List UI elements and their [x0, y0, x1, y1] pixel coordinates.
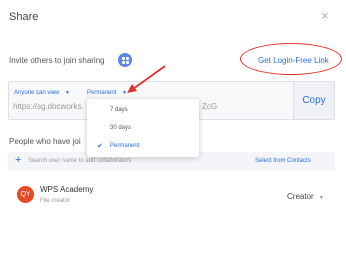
share-dialog: Share × Invite others to join sharing Ge…: [0, 0, 346, 266]
expiry-label: Permanent: [87, 90, 117, 96]
expiry-dropdown-menu: 7 days 30 days ✔ Permanent: [87, 99, 199, 157]
invite-text: Invite others to join sharing: [9, 56, 105, 65]
expiry-option-30-days[interactable]: 30 days: [87, 121, 199, 137]
select-from-contacts-link[interactable]: Select from Contacts: [255, 158, 311, 164]
avatar: QY: [17, 186, 34, 203]
chevron-down-icon: ▼: [318, 195, 324, 201]
plus-icon: +: [15, 154, 22, 166]
share-url-end: ZcG: [202, 102, 218, 111]
member-role-dropdown[interactable]: Creator ▼: [287, 192, 324, 201]
option-label: Permanent: [110, 143, 140, 149]
annotation-oval: [240, 43, 342, 75]
expiry-dropdown[interactable]: Permanent ▼: [87, 90, 127, 96]
close-icon[interactable]: ×: [321, 9, 329, 22]
chevron-down-icon: ▼: [122, 90, 127, 96]
option-label: 7 days: [110, 107, 128, 113]
member-role-label: Creator: [287, 192, 314, 201]
check-icon: ✔: [97, 143, 103, 150]
collaborator-search-input[interactable]: Search user name to add collaborators: [28, 158, 131, 164]
expiry-option-7-days[interactable]: 7 days: [87, 103, 199, 119]
people-heading: People who have joi: [9, 137, 81, 146]
chevron-down-icon: ▼: [65, 90, 70, 96]
share-url-start[interactable]: https://sg.docworks.: [13, 102, 84, 111]
permission-label: Anyone can view: [14, 90, 60, 96]
member-subtitle: File creator: [40, 198, 71, 204]
permission-dropdown[interactable]: Anyone can view ▼: [14, 90, 70, 96]
member-name: WPS Academy: [40, 185, 94, 194]
link-share-icon[interactable]: [118, 53, 132, 67]
option-label: 30 days: [110, 125, 132, 131]
dialog-title: Share: [9, 11, 39, 23]
copy-button[interactable]: Copy: [293, 82, 334, 119]
expiry-option-permanent[interactable]: ✔ Permanent: [87, 139, 199, 155]
